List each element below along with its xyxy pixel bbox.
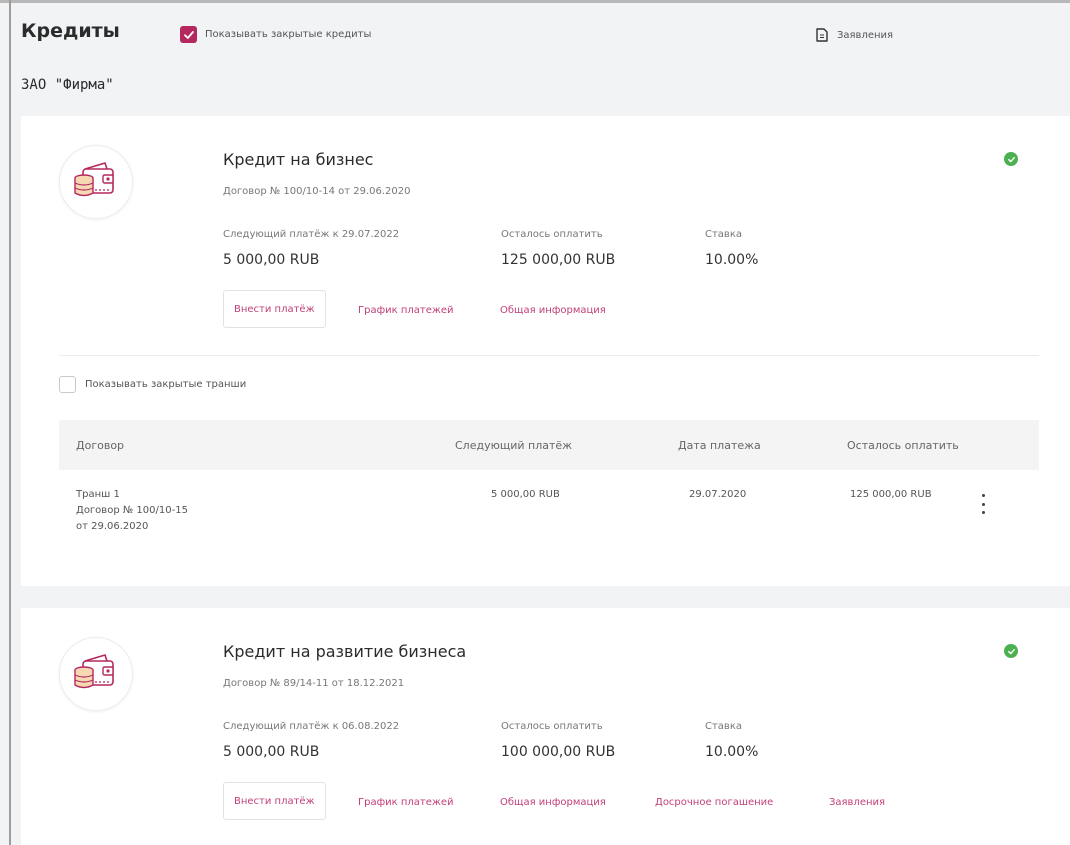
remaining-label: Осталось оплатить bbox=[501, 229, 603, 240]
wallet-coins-icon bbox=[59, 145, 133, 219]
show-closed-tranches-checkbox[interactable] bbox=[59, 376, 76, 393]
rate-value: 10.00% bbox=[705, 744, 759, 760]
document-icon bbox=[816, 28, 828, 42]
tranches-table-header: Договор Следующий платёж Дата платежа Ос… bbox=[59, 420, 1039, 470]
remaining-label: Осталось оплатить bbox=[501, 721, 603, 732]
loan-title: Кредит на бизнес bbox=[223, 150, 374, 169]
make-payment-button[interactable]: Внести платёж bbox=[223, 290, 326, 328]
next-payment-value: 5 000,00 RUB bbox=[223, 252, 320, 268]
column-header-next-payment: Следующий платёж bbox=[455, 439, 573, 452]
show-closed-tranches-toggle[interactable]: Показывать закрытые транши bbox=[59, 376, 246, 393]
tranche-date: от 29.06.2020 bbox=[76, 521, 149, 532]
column-header-remaining: Осталось оплатить bbox=[847, 439, 959, 452]
payment-schedule-link[interactable]: График платежей bbox=[358, 797, 454, 808]
tranche-remaining: 125 000,00 RUB bbox=[850, 489, 932, 500]
show-closed-loans-checkbox[interactable] bbox=[180, 26, 197, 43]
loan-contract: Договор № 100/10-14 от 29.06.2020 bbox=[223, 186, 411, 197]
tranche-next-payment: 5 000,00 RUB bbox=[491, 489, 560, 500]
window-top-border bbox=[0, 0, 1070, 3]
remaining-value: 125 000,00 RUB bbox=[501, 252, 616, 268]
status-ok-icon bbox=[1004, 644, 1018, 658]
checkmark-icon bbox=[183, 30, 194, 39]
loan-statements-link[interactable]: Заявления bbox=[829, 797, 885, 808]
rate-label: Ставка bbox=[705, 229, 742, 240]
column-header-contract: Договор bbox=[76, 439, 125, 452]
tranche-contract: Договор № 100/10-15 bbox=[76, 505, 188, 516]
statements-label: Заявления bbox=[837, 29, 894, 41]
status-ok-icon bbox=[1004, 152, 1018, 166]
general-info-link[interactable]: Общая информация bbox=[500, 305, 606, 316]
general-info-link[interactable]: Общая информация bbox=[500, 797, 606, 808]
next-payment-label: Следующий платёж к 29.07.2022 bbox=[223, 229, 400, 240]
make-payment-button[interactable]: Внести платёж bbox=[223, 782, 326, 820]
next-payment-value: 5 000,00 RUB bbox=[223, 744, 320, 760]
more-actions-icon[interactable] bbox=[979, 494, 987, 514]
remaining-value: 100 000,00 RUB bbox=[501, 744, 616, 760]
show-closed-loans-toggle[interactable]: Показывать закрытые кредиты bbox=[180, 26, 371, 43]
rate-label: Ставка bbox=[705, 721, 742, 732]
page-title: Кредиты bbox=[21, 20, 120, 42]
next-payment-label: Следующий платёж к 06.08.2022 bbox=[223, 721, 400, 732]
table-row[interactable]: Транш 1 Договор № 100/10-15 от 29.06.202… bbox=[76, 487, 188, 535]
column-header-payment-date: Дата платежа bbox=[678, 439, 761, 452]
divider bbox=[59, 355, 1039, 356]
loan-card: Кредит на развитие бизнеса Договор № 89/… bbox=[21, 608, 1070, 845]
statements-link[interactable]: Заявления bbox=[816, 28, 893, 42]
company-name: ЗАО "Фирма" bbox=[21, 77, 114, 93]
loan-contract: Договор № 89/14-11 от 18.12.2021 bbox=[223, 678, 405, 689]
wallet-coins-icon bbox=[59, 637, 133, 711]
window-left-border bbox=[9, 0, 11, 845]
show-closed-tranches-label: Показывать закрытые транши bbox=[85, 379, 247, 390]
tranche-payment-date: 29.07.2020 bbox=[689, 489, 747, 500]
loan-card: Кредит на бизнес Договор № 100/10-14 от … bbox=[21, 116, 1070, 586]
loan-title: Кредит на развитие бизнеса bbox=[223, 642, 467, 661]
early-repayment-link[interactable]: Досрочное погашение bbox=[655, 797, 773, 808]
tranche-name: Транш 1 bbox=[76, 489, 120, 500]
show-closed-loans-label: Показывать закрытые кредиты bbox=[205, 29, 372, 40]
rate-value: 10.00% bbox=[705, 252, 759, 268]
payment-schedule-link[interactable]: График платежей bbox=[358, 305, 454, 316]
